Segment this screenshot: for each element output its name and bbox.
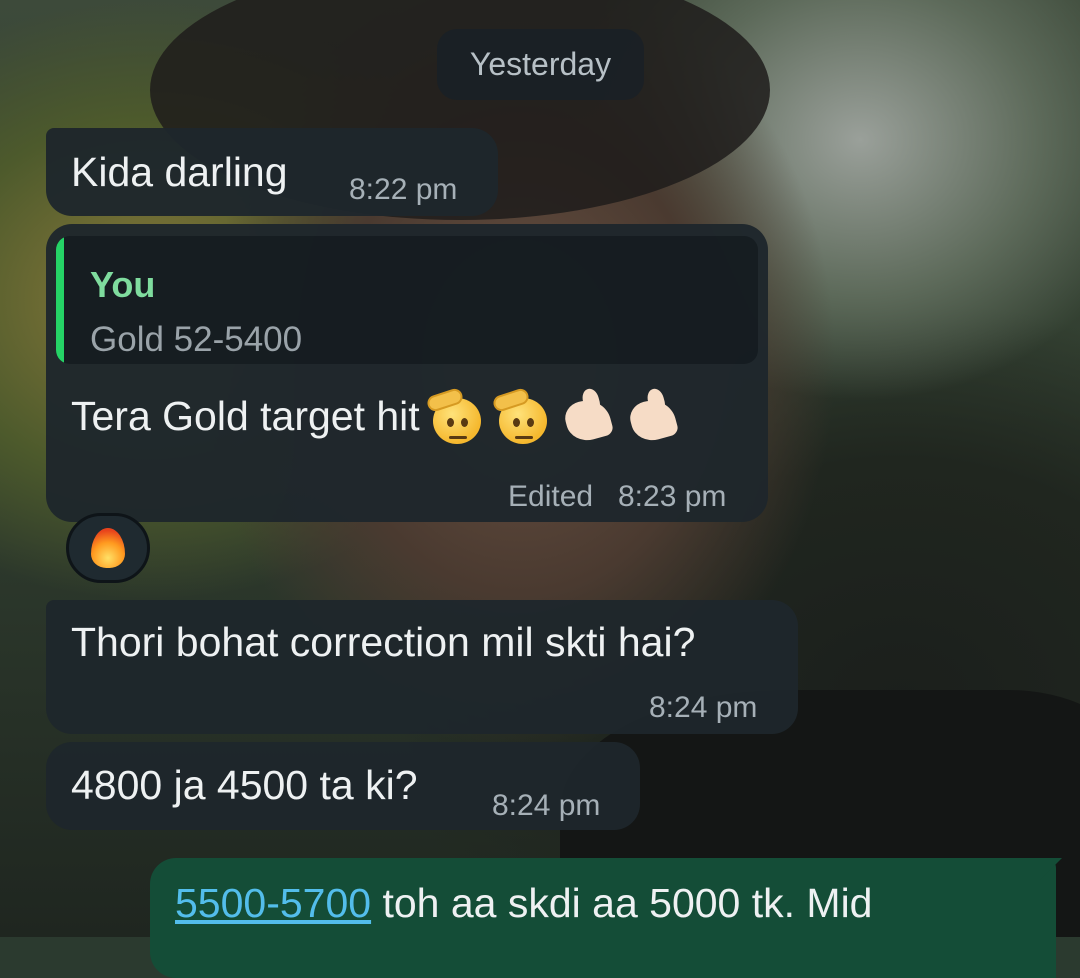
message-bubble[interactable]: 4800 ja 4500 ta ki? 8:24 pm (46, 742, 640, 830)
outgoing-message-bubble[interactable]: 5500-5700 toh aa skdi aa 5000 tk. Mid (150, 858, 1056, 978)
reaction-badge[interactable] (66, 513, 150, 583)
message-text: Tera Gold target hit (71, 392, 420, 439)
date-separator: Yesterday (437, 29, 644, 100)
saluting-face-icon (425, 386, 485, 446)
outgoing-bubble-tail (1040, 858, 1062, 880)
outgoing-message-text: toh aa skdi aa 5000 tk. Mid (371, 880, 873, 926)
message-text-row: Tera Gold target hit (71, 386, 681, 446)
saluting-face-icon (490, 386, 551, 446)
message-text: 4800 ja 4500 ta ki? (71, 762, 418, 808)
outgoing-message-text-row: 5500-5700 toh aa skdi aa 5000 tk. Mid (175, 880, 873, 927)
quote-bar (56, 236, 64, 364)
message-time: 8:24 pm (492, 789, 601, 822)
message-bubble[interactable]: Thori bohat correction mil skti hai? 8:2… (46, 600, 798, 734)
message-bubble[interactable]: You Gold 52-5400 Tera Gold target hit Ed… (46, 224, 768, 522)
quoted-message[interactable]: You Gold 52-5400 (56, 236, 758, 364)
message-text: Thori bohat correction mil skti hai? (71, 619, 696, 665)
message-time: 8:24 pm (649, 691, 758, 724)
edited-label: Edited (508, 480, 594, 513)
message-link[interactable]: 5500-5700 (175, 880, 371, 926)
flexed-biceps-icon (561, 392, 616, 446)
fire-icon (91, 528, 125, 568)
message-time: 8:22 pm (349, 173, 458, 206)
quote-author: You (90, 264, 156, 305)
flexed-biceps-icon (626, 392, 681, 446)
message-time: 8:23 pm (618, 480, 727, 513)
message-bubble[interactable]: Kida darling 8:22 pm (46, 128, 498, 216)
message-text: Kida darling (71, 149, 288, 195)
quote-text: Gold 52-5400 (90, 320, 303, 359)
